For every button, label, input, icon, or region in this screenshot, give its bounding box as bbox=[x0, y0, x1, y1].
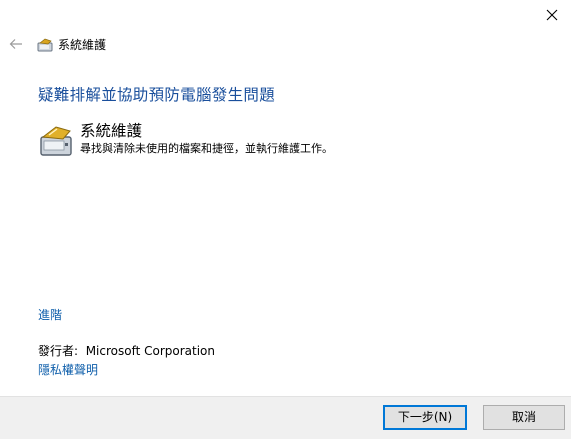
maintenance-icon bbox=[37, 38, 53, 52]
window-title: 系統維護 bbox=[58, 38, 107, 52]
next-button[interactable]: 下一步(N) bbox=[383, 405, 467, 430]
troubleshooter-item: 系統維護 尋找與清除未使用的檔案和捷徑，並執行維護工作。 bbox=[38, 120, 333, 159]
publisher-name: Microsoft Corporation bbox=[85, 344, 215, 358]
cancel-button[interactable]: 取消 bbox=[483, 405, 565, 430]
publisher-info: 發行者: Microsoft Corporation bbox=[38, 343, 215, 359]
close-button[interactable] bbox=[537, 2, 567, 28]
back-button[interactable] bbox=[6, 34, 26, 54]
page-heading: 疑難排解並協助預防電腦發生問題 bbox=[38, 86, 276, 104]
close-icon bbox=[546, 9, 558, 21]
footer-bar: 下一步(N) 取消 bbox=[0, 396, 571, 439]
privacy-statement-link[interactable]: 隱私權聲明 bbox=[38, 362, 98, 378]
item-title: 系統維護 bbox=[80, 122, 143, 140]
back-arrow-icon bbox=[9, 39, 22, 49]
maintenance-icon bbox=[40, 126, 72, 156]
advanced-link[interactable]: 進階 bbox=[38, 307, 62, 323]
navigation-bar: 系統維護 bbox=[0, 30, 571, 60]
publisher-label: 發行者: bbox=[38, 344, 79, 358]
item-description: 尋找與清除未使用的檔案和捷徑，並執行維護工作。 bbox=[80, 142, 333, 155]
